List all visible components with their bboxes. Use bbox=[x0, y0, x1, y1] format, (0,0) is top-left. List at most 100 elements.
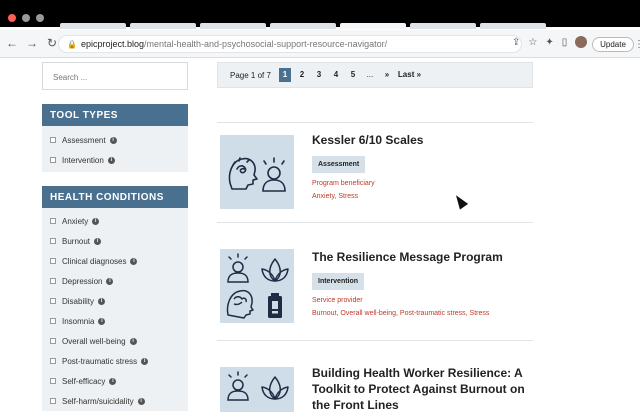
stressed-person-icon bbox=[262, 157, 286, 192]
filter-option-burnout[interactable]: Burnout i bbox=[42, 231, 188, 251]
info-icon[interactable]: i bbox=[98, 297, 106, 305]
browser-tab[interactable] bbox=[480, 23, 546, 29]
result-audience[interactable]: Program beneficiary bbox=[312, 179, 375, 189]
page-link[interactable]: 5 bbox=[347, 68, 359, 82]
checkbox[interactable] bbox=[50, 358, 56, 364]
browser-update-button[interactable]: Update bbox=[592, 37, 634, 52]
share-icon[interactable]: ⇪ bbox=[512, 37, 520, 48]
minimize-window-button[interactable] bbox=[22, 14, 30, 22]
browser-tab-active[interactable] bbox=[340, 23, 406, 29]
stressed-person-icon bbox=[227, 371, 249, 401]
resource-icons bbox=[226, 253, 289, 319]
filter-option-label: Anxiety bbox=[62, 216, 89, 226]
info-icon[interactable]: i bbox=[141, 357, 149, 365]
filter-option-self-efficacy[interactable]: Self-efficacy i bbox=[42, 371, 188, 391]
filter-option-assessment[interactable]: Assessment i bbox=[42, 130, 188, 150]
extensions-puzzle-icon[interactable]: ✦ bbox=[545, 37, 553, 48]
filter-option-self-harm-suicidality[interactable]: Self-harm/suicidality i bbox=[42, 391, 188, 411]
page-link[interactable]: 3 bbox=[313, 68, 325, 82]
result-thumbnail[interactable] bbox=[220, 367, 294, 412]
result-thumbnail[interactable] bbox=[220, 135, 294, 209]
result-title[interactable]: Building Health Worker Resilience: A Too… bbox=[312, 365, 533, 412]
checkbox[interactable] bbox=[50, 238, 56, 244]
health-conditions-heading: HEALTH CONDITIONS bbox=[42, 186, 188, 208]
browser-tab[interactable] bbox=[410, 23, 476, 29]
sidebar-toggle-icon[interactable]: ▯ bbox=[562, 37, 568, 48]
info-icon[interactable]: i bbox=[109, 136, 117, 144]
close-window-button[interactable] bbox=[8, 14, 16, 22]
filter-option-depression[interactable]: Depression i bbox=[42, 271, 188, 291]
filter-option-label: Disability bbox=[62, 296, 95, 306]
checkbox[interactable] bbox=[50, 258, 56, 264]
checkbox[interactable] bbox=[50, 298, 56, 304]
info-icon[interactable]: i bbox=[137, 397, 145, 405]
pagination: Page 1 of 7 1 2 3 4 5 ... » Last » bbox=[217, 62, 533, 88]
filter-option-clinical-diagnoses[interactable]: Clinical diagnoses i bbox=[42, 251, 188, 271]
result-title[interactable]: The Resilience Message Program bbox=[312, 249, 532, 265]
filter-option-label: Self-harm/suicidality bbox=[62, 396, 134, 406]
result-card: Building Health Worker Resilience: A Too… bbox=[217, 340, 533, 412]
next-page-link[interactable]: » bbox=[381, 68, 393, 82]
browser-tab[interactable] bbox=[270, 23, 336, 29]
checkbox[interactable] bbox=[50, 378, 56, 384]
filter-option-intervention[interactable]: Intervention i bbox=[42, 150, 188, 170]
filter-option-label: Assessment bbox=[62, 135, 106, 145]
browser-menu-icon[interactable]: ⋮ bbox=[634, 39, 640, 50]
info-icon[interactable]: i bbox=[98, 317, 106, 325]
checkbox[interactable] bbox=[50, 218, 56, 224]
info-icon[interactable]: i bbox=[109, 377, 117, 385]
filter-option-overall-well-being[interactable]: Overall well-being i bbox=[42, 331, 188, 351]
filter-option-disability[interactable]: Disability i bbox=[42, 291, 188, 311]
result-thumbnail[interactable] bbox=[220, 249, 294, 323]
reload-icon[interactable]: ↻ bbox=[46, 36, 58, 50]
filter-option-insomnia[interactable]: Insomnia i bbox=[42, 311, 188, 331]
stressed-person-icon bbox=[227, 253, 249, 283]
leaf-icon bbox=[261, 258, 289, 282]
zoom-window-button[interactable] bbox=[36, 14, 44, 22]
browser-tabs bbox=[60, 23, 546, 29]
info-icon[interactable]: i bbox=[107, 156, 115, 164]
tool-types-heading: TOOL TYPES bbox=[42, 104, 188, 126]
filter-option-anxiety[interactable]: Anxiety i bbox=[42, 211, 188, 231]
browser-tab[interactable] bbox=[60, 23, 126, 29]
browser-tab[interactable] bbox=[200, 23, 266, 29]
browser-tab[interactable] bbox=[130, 23, 196, 29]
filter-option-label: Post-traumatic stress bbox=[62, 356, 138, 366]
info-icon[interactable]: i bbox=[130, 257, 138, 265]
filter-option-post-traumatic-stress[interactable]: Post-traumatic stress i bbox=[42, 351, 188, 371]
browser-tab-strip bbox=[0, 0, 640, 29]
filter-option-label: Insomnia bbox=[62, 316, 95, 326]
checkbox[interactable] bbox=[50, 318, 56, 324]
result-title[interactable]: Kessler 6/10 Scales bbox=[312, 132, 532, 148]
bookmark-star-icon[interactable]: ☆ bbox=[528, 37, 537, 48]
checkbox[interactable] bbox=[50, 157, 56, 163]
filter-sidebar: Search ... TOOL TYPES Assessment i Interv… bbox=[42, 62, 188, 411]
info-icon[interactable]: i bbox=[106, 277, 114, 285]
page-link[interactable]: 4 bbox=[330, 68, 342, 82]
filter-option-label: Clinical diagnoses bbox=[62, 256, 127, 266]
last-page-link[interactable]: Last » bbox=[398, 68, 421, 82]
result-conditions[interactable]: Anxiety, Stress bbox=[312, 192, 358, 202]
health-conditions-filter: HEALTH CONDITIONS Anxiety i Burnout i Clin… bbox=[42, 186, 188, 411]
page-link-current[interactable]: 1 bbox=[278, 68, 291, 82]
info-icon[interactable]: i bbox=[92, 217, 100, 225]
filter-option-label: Depression bbox=[62, 276, 103, 286]
checkbox[interactable] bbox=[50, 278, 56, 284]
info-icon[interactable]: i bbox=[94, 237, 102, 245]
page-link[interactable]: 2 bbox=[296, 68, 308, 82]
forward-arrow-icon[interactable]: → bbox=[26, 36, 38, 50]
checkbox[interactable] bbox=[50, 338, 56, 344]
page-count-label: Page 1 of 7 bbox=[230, 70, 271, 80]
checkbox[interactable] bbox=[50, 398, 56, 404]
address-bar[interactable]: 🔒 epicproject.blog/mental-health-and-psyc… bbox=[58, 35, 522, 53]
result-card: The Resilience Message Program Intervent… bbox=[217, 222, 533, 340]
info-icon[interactable]: i bbox=[129, 337, 137, 345]
filter-option-label: Burnout bbox=[62, 236, 91, 246]
tool-type-tag: Assessment bbox=[312, 156, 366, 173]
result-audience[interactable]: Service provider bbox=[312, 296, 363, 306]
back-arrow-icon[interactable]: ← bbox=[6, 36, 18, 50]
checkbox[interactable] bbox=[50, 137, 56, 143]
result-conditions[interactable]: Burnout, Overall well-being, Post-trauma… bbox=[312, 309, 489, 319]
search-input[interactable]: Search ... bbox=[42, 62, 188, 90]
profile-avatar[interactable] bbox=[575, 36, 588, 48]
